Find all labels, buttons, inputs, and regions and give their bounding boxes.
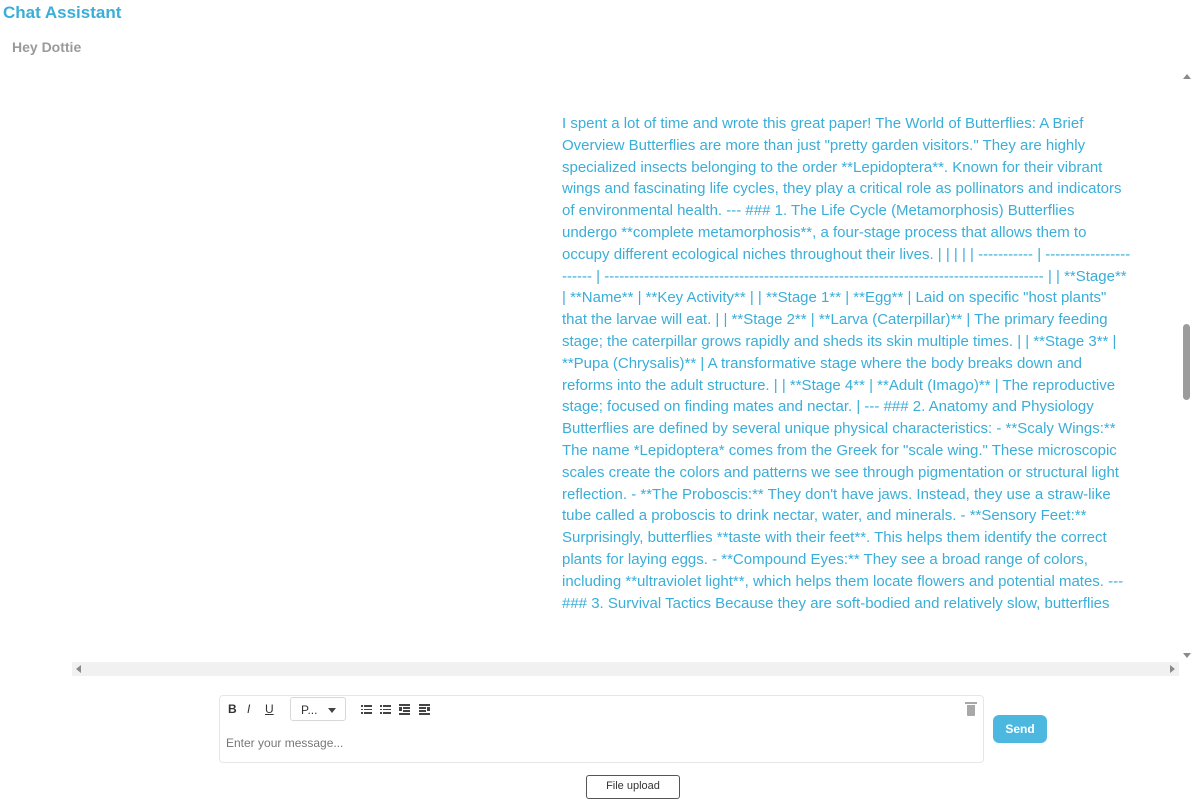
scroll-right-arrow-icon[interactable] (1170, 665, 1175, 673)
outdent-icon[interactable] (419, 704, 430, 715)
numbered-list-icon[interactable] (380, 704, 391, 714)
app-title: Chat Assistant (3, 3, 122, 22)
scroll-down-arrow-icon[interactable] (1183, 653, 1191, 658)
chat-subtitle: Hey Dottie (12, 39, 82, 55)
scroll-up-arrow-icon[interactable] (1183, 74, 1191, 79)
bold-button[interactable]: B (228, 702, 237, 716)
formatting-toolbar: B I U P... (220, 696, 983, 724)
indent-icon[interactable] (399, 704, 410, 715)
trash-body (967, 705, 975, 716)
trash-icon[interactable] (965, 702, 977, 716)
message-input[interactable] (226, 734, 966, 752)
file-upload-button[interactable]: File upload (586, 775, 680, 799)
scrollbar-thumb[interactable] (1183, 324, 1190, 400)
italic-button[interactable]: I (247, 702, 250, 716)
trash-lid (965, 702, 977, 704)
chat-messages-area[interactable]: I spent a lot of time and wrote this gre… (0, 70, 1178, 662)
user-message-bubble: I spent a lot of time and wrote this gre… (562, 115, 1131, 612)
scroll-left-arrow-icon[interactable] (76, 665, 81, 673)
paragraph-format-select[interactable]: P... (290, 697, 346, 721)
bullet-list-icon[interactable] (361, 704, 372, 714)
horizontal-scrollbar[interactable] (72, 662, 1179, 676)
send-button[interactable]: Send (993, 715, 1047, 743)
underline-button[interactable]: U (265, 702, 274, 716)
vertical-scrollbar[interactable] (1179, 70, 1195, 662)
chevron-down-icon (328, 708, 336, 713)
paragraph-format-value: P... (301, 703, 318, 717)
message-composer: B I U P... (219, 695, 984, 763)
